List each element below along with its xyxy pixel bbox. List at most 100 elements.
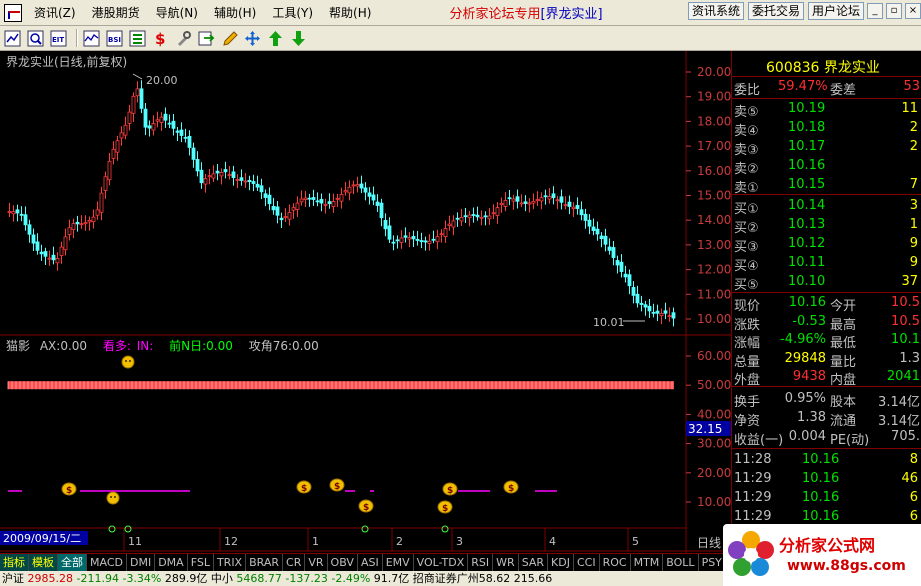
news-ticker[interactable]: 招商证券广州58.62 215.66 xyxy=(413,572,552,585)
money-bag-symbol: $ xyxy=(363,503,369,513)
forum-button[interactable]: 用户论坛 xyxy=(807,2,864,20)
menu-item-ganggu[interactable]: 港股期货 xyxy=(84,2,148,24)
candle-body xyxy=(43,251,48,257)
trade-button[interactable]: 委托交易 xyxy=(747,2,804,20)
tab-roc[interactable]: ROC xyxy=(600,554,631,571)
candle-body xyxy=(671,312,676,319)
candle-body xyxy=(359,183,364,189)
tab-dma[interactable]: DMA xyxy=(155,554,188,571)
tab-vr[interactable]: VR xyxy=(305,554,328,571)
pencil-icon[interactable] xyxy=(220,29,239,48)
minimize-icon[interactable]: _ xyxy=(867,3,883,19)
tab-boll[interactable]: BOLL xyxy=(663,554,699,571)
tab-macd[interactable]: MACD xyxy=(87,554,127,571)
export-icon[interactable] xyxy=(197,29,216,48)
month-label: 2 xyxy=(396,535,403,548)
tab-emv[interactable]: EMV xyxy=(383,554,414,571)
app-icon[interactable] xyxy=(4,3,22,22)
candle-body xyxy=(647,305,652,312)
chart-panel[interactable]: 20.00 19.00 18.00 17.00 16.00 15.00 14.00 13.00… xyxy=(0,51,731,555)
tab-sar[interactable]: SAR xyxy=(519,554,549,571)
indicator-icon[interactable] xyxy=(128,29,147,48)
zoom-icon[interactable] xyxy=(26,29,45,48)
tab-trix[interactable]: TRIX xyxy=(214,554,247,571)
bsi-icon[interactable]: BSI xyxy=(105,29,124,48)
menu-item-fuzhu[interactable]: 辅助(H) xyxy=(206,2,264,24)
tab-mtm[interactable]: MTM xyxy=(631,554,664,571)
tab-vol-tdx[interactable]: VOL-TDX xyxy=(414,554,469,571)
info-system-button[interactable]: 资讯系统 xyxy=(687,2,744,20)
candle-body xyxy=(179,129,184,136)
candle-body xyxy=(419,240,424,243)
sh-percent: -3.34% xyxy=(122,572,162,585)
menu-item-daohang[interactable]: 导航(N) xyxy=(148,2,206,24)
tab-brar[interactable]: BRAR xyxy=(246,554,284,571)
tab-指标[interactable]: 指标 xyxy=(0,554,29,571)
bid-label: 买② xyxy=(734,221,759,236)
tab-fsl[interactable]: FSL xyxy=(188,554,214,571)
tab-cr[interactable]: CR xyxy=(283,554,306,571)
candle-body xyxy=(495,207,500,216)
candle-body xyxy=(603,235,608,245)
candle-body xyxy=(355,184,360,187)
candle-body xyxy=(335,197,340,200)
candle-body xyxy=(311,197,316,200)
candle-body xyxy=(423,240,428,243)
up-arrow-icon[interactable] xyxy=(266,29,285,48)
tick-time: 11:29 xyxy=(734,509,772,524)
candle-body xyxy=(67,227,72,235)
tools-icon[interactable] xyxy=(174,29,193,48)
close-icon[interactable]: × xyxy=(905,3,921,19)
month-label: 12 xyxy=(224,535,238,548)
candle-body xyxy=(555,199,560,202)
menu-item-gongju[interactable]: 工具(Y) xyxy=(264,2,321,24)
candle-body xyxy=(499,203,504,206)
tab-全部[interactable]: 全部 xyxy=(58,554,87,571)
fundamental-label: 股本 xyxy=(830,395,857,410)
tab-wr[interactable]: WR xyxy=(493,554,519,571)
down-arrow-icon[interactable] xyxy=(289,29,308,48)
tab-psy[interactable]: PSY xyxy=(699,554,726,571)
candle-body xyxy=(203,178,208,185)
stat-value: 10.5 xyxy=(891,313,920,329)
money-icon[interactable]: $ xyxy=(151,29,170,48)
menu-item-zixun[interactable]: 资讯(Z) xyxy=(26,2,84,24)
svg-text:EIT: EIT xyxy=(52,36,64,44)
kline-chart[interactable]: 20.00 19.00 18.00 17.00 16.00 15.00 14.00 13.00… xyxy=(0,51,731,555)
fundamental-value: 3.14亿 xyxy=(878,414,920,429)
chart-icon[interactable] xyxy=(3,29,22,48)
candle-body xyxy=(635,293,640,304)
f10-icon[interactable]: EIT xyxy=(49,29,68,48)
tab-kdj[interactable]: KDJ xyxy=(548,554,574,571)
stat-row: 外盘 9438 内盘 2041 xyxy=(732,369,921,388)
candle-body xyxy=(175,130,180,133)
move-icon[interactable] xyxy=(243,29,262,48)
price-tick-label: 15.00 xyxy=(697,189,731,203)
signal-dot-icon xyxy=(361,525,369,533)
ask-price: 10.17 xyxy=(788,139,826,154)
tab-模板[interactable]: 模板 xyxy=(29,554,58,571)
signal-dot-icon xyxy=(124,525,132,533)
menu-item-bangzhu[interactable]: 帮助(H) xyxy=(321,2,379,24)
indicator-tick-label: 50.00 xyxy=(697,378,731,392)
face-icon-eye xyxy=(114,496,116,498)
kline-icon[interactable] xyxy=(82,29,101,48)
tab-obv[interactable]: OBV xyxy=(328,554,358,571)
candle-body xyxy=(559,196,564,203)
candle-body xyxy=(535,199,540,202)
tab-dmi[interactable]: DMI xyxy=(127,554,156,571)
candle-body xyxy=(287,212,292,220)
bid-label: 买⑤ xyxy=(734,278,759,293)
price-tick-label: 12.00 xyxy=(697,263,731,277)
tab-asi[interactable]: ASI xyxy=(358,554,383,571)
candle-body xyxy=(155,119,160,122)
candle-body xyxy=(55,258,60,264)
candle-body xyxy=(59,246,64,256)
indicator-value-tag-text: 32.15 xyxy=(688,422,722,436)
tab-cci[interactable]: CCI xyxy=(574,554,600,571)
candle-body xyxy=(363,187,368,193)
candle-body xyxy=(279,217,284,221)
tab-rsi[interactable]: RSI xyxy=(468,554,494,571)
candle-body xyxy=(339,194,344,202)
restore-icon[interactable]: ▫ xyxy=(886,3,902,19)
